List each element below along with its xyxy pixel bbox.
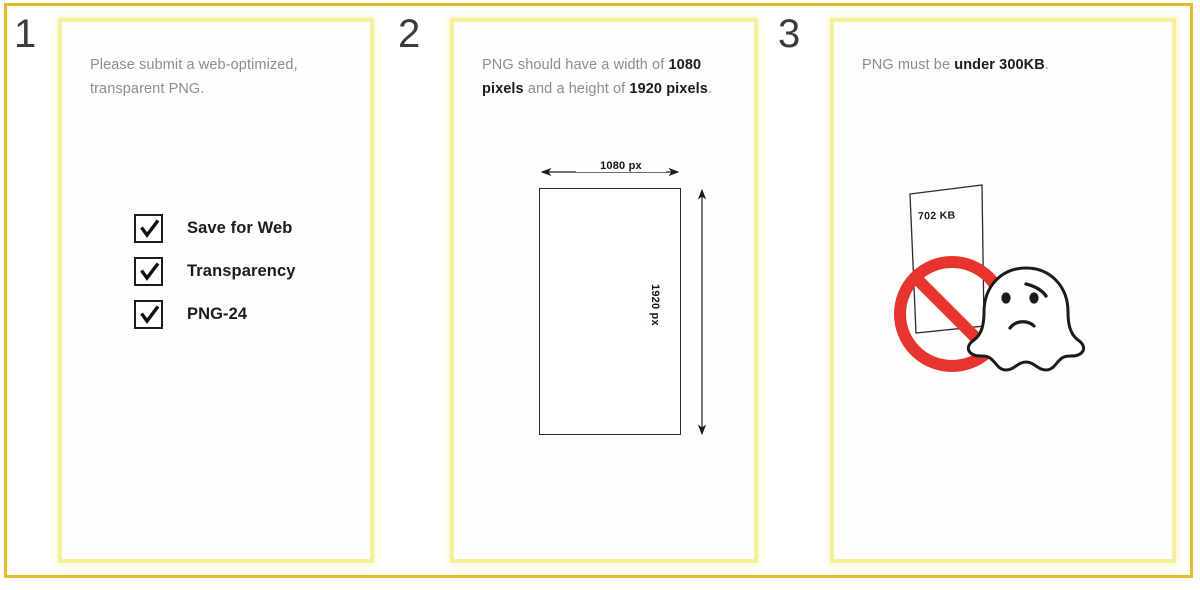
step-2-description: PNG should have a width of 1080 pixels a… <box>482 57 713 97</box>
height-label: 1920 px <box>647 284 663 326</box>
dimension-diagram: 1080 px 1920 px <box>526 160 756 462</box>
checklist-item[interactable]: Save for Web <box>134 207 296 250</box>
checkbox-checked-icon[interactable] <box>134 214 163 243</box>
checklist-item-label: Save for Web <box>187 219 293 237</box>
oversized-file-illustration: 702 KB <box>886 142 1176 442</box>
steps-container: 1 Please submit a web-optimized, transpa… <box>0 0 1200 590</box>
step-number-3: 3 <box>778 12 801 56</box>
step-3: 3 PNG must be under 300KB. 702 KB <box>778 14 1176 566</box>
checkbox-checked-icon[interactable] <box>134 257 163 286</box>
width-label: 1080 px <box>576 160 666 172</box>
step-1: 1 Please submit a web-optimized, transpa… <box>14 14 374 566</box>
step-number-2: 2 <box>398 12 421 56</box>
guidelines-canvas: 1 Please submit a web-optimized, transpa… <box>0 0 1200 590</box>
checklist-item[interactable]: Transparency <box>134 250 296 293</box>
step-1-card: Please submit a web-optimized, transpare… <box>58 18 374 563</box>
angry-ghost-icon <box>966 266 1086 372</box>
checklist-item-label: PNG-24 <box>187 305 248 323</box>
checklist-item[interactable]: PNG-24 <box>134 293 296 336</box>
step-3-description: PNG must be under 300KB. <box>862 57 1049 73</box>
step-2: 2 PNG should have a width of 1080 pixels… <box>398 14 758 566</box>
checkbox-checked-icon[interactable] <box>134 300 163 329</box>
step-2-card: PNG should have a width of 1080 pixels a… <box>450 18 758 563</box>
step-1-description: Please submit a web-optimized, transpare… <box>90 57 298 97</box>
step-number-1: 1 <box>14 12 37 56</box>
checklist: Save for Web Transparency PNG-24 <box>134 207 296 336</box>
step-3-card: PNG must be under 300KB. 702 KB <box>830 18 1176 563</box>
checklist-item-label: Transparency <box>187 262 296 280</box>
